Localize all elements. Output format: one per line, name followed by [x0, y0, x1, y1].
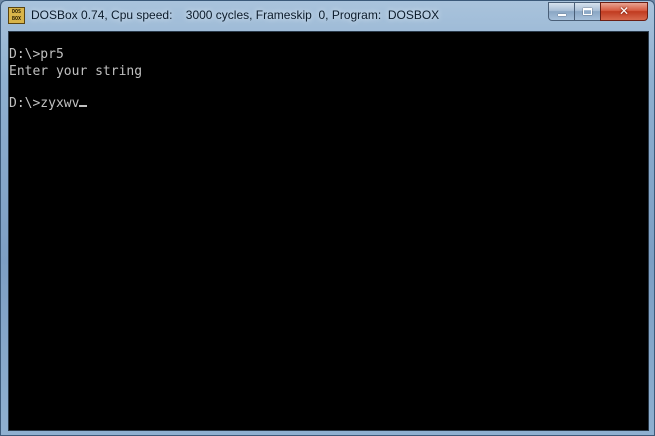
close-icon: ✕ [618, 4, 630, 18]
minimize-button[interactable] [548, 2, 575, 21]
title-cycles: 3000 cycles, Frameskip 0, Program: [185, 8, 382, 22]
window-title: DOSBox 0.74, Cpu speed: 3000 cycles, Fra… [31, 8, 439, 22]
dosbox-window: DOS BOX DOSBox 0.74, Cpu speed: 3000 cycl… [0, 0, 655, 436]
dos-console[interactable]: D:\>pr5 Enter your string D:\>zyxwv [8, 31, 649, 431]
title-program: DOSBOX [387, 8, 440, 22]
console-line-input: D:\>zyxwv [9, 96, 88, 111]
console-input-text: D:\>zyxwv [9, 96, 80, 111]
dosbox-app-icon[interactable]: DOS BOX [8, 7, 25, 24]
maximize-icon [583, 8, 592, 15]
minimize-icon [558, 14, 566, 16]
console-line-command: D:\>pr5 [9, 47, 64, 62]
title-bar[interactable]: DOS BOX DOSBox 0.74, Cpu speed: 3000 cycl… [1, 1, 654, 31]
title-app: DOSBox 0.74, Cpu speed: [31, 8, 173, 22]
text-cursor [79, 105, 88, 107]
close-button[interactable]: ✕ [600, 2, 648, 21]
console-line-prompt-text: Enter your string [9, 64, 143, 79]
maximize-button[interactable] [574, 2, 601, 21]
